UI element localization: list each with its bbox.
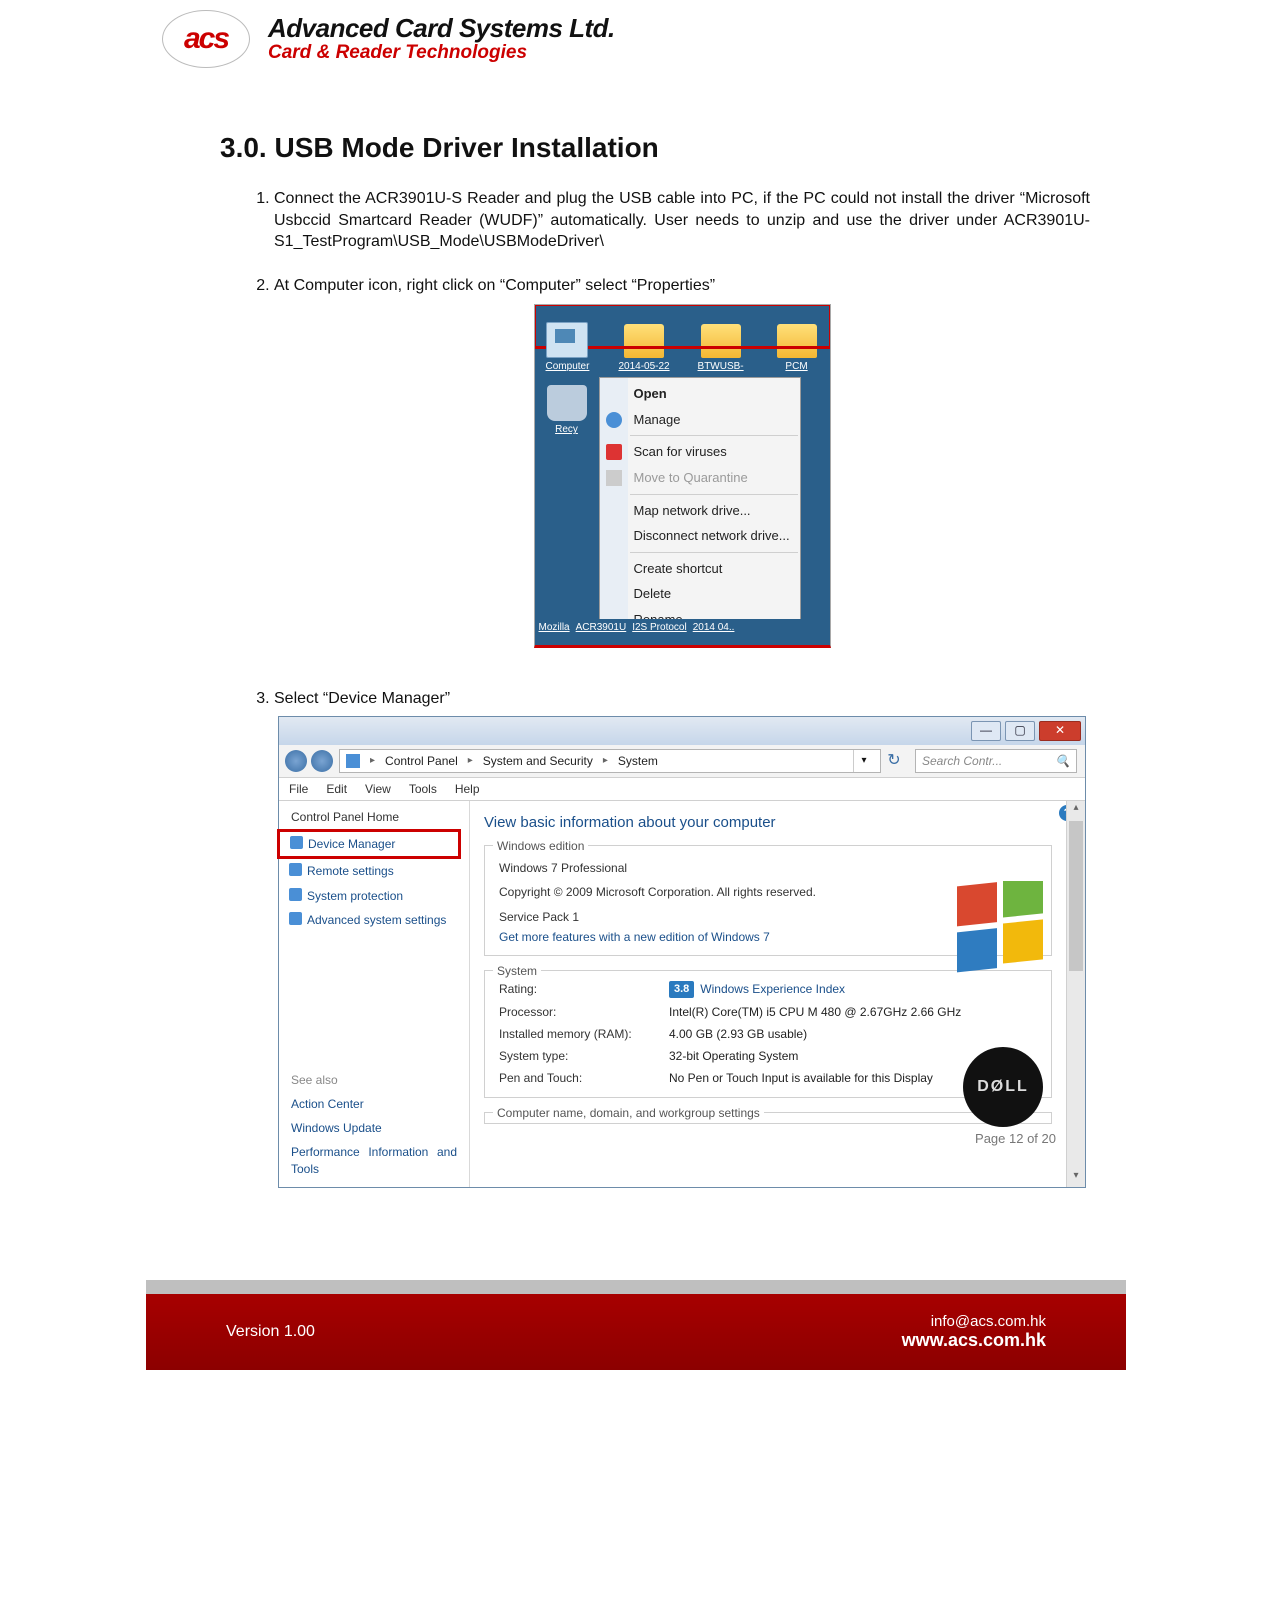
control-panel-home-link[interactable]: Control Panel Home [279,809,469,829]
address-bar[interactable]: ▸Control Panel ▸System and Security ▸Sys… [339,749,881,773]
window-close-button[interactable]: ✕ [1039,721,1081,741]
context-menu: Open Manage Scan for viruses Move to Qua… [599,377,801,648]
shield-icon [289,912,302,925]
remote-settings-link[interactable]: Remote settings [279,859,469,883]
experience-index-link[interactable]: 3.8Windows Experience Index [669,981,1037,998]
computer-small-icon [346,754,360,768]
page-header: acs Advanced Card Systems Ltd. Card & Re… [146,0,1126,68]
step-1: Connect the ACR3901U-S Reader and plug t… [274,188,1090,275]
menu-map-drive[interactable]: Map network drive... [600,498,800,524]
menu-create-shortcut[interactable]: Create shortcut [600,556,800,582]
step-list: Connect the ACR3901U-S Reader and plug t… [146,188,1126,1210]
screenshot-system-window: — ▢ ✕ ▸Control Panel ▸System and Securit… [278,716,1086,1188]
menu-file[interactable]: File [289,781,308,797]
menu-scan-viruses[interactable]: Scan for viruses [600,439,800,465]
shield-icon [606,412,622,428]
shield-icon [289,863,302,876]
scrollbar[interactable]: ▴▾ [1066,801,1085,1187]
footer-website: www.acs.com.hk [902,1330,1046,1351]
acs-logo: acs [162,10,250,68]
device-manager-link[interactable]: Device Manager [280,832,458,856]
menu-open[interactable]: Open [600,381,800,407]
left-pane: Control Panel Home Device Manager Remote… [279,801,470,1187]
brand-subtitle: Card & Reader Technologies [268,43,615,64]
system-protection-link[interactable]: System protection [279,884,469,908]
menu-bar: File Edit View Tools Help [279,778,1085,801]
refresh-button[interactable]: ↻ [881,750,907,772]
advanced-settings-link[interactable]: Advanced system settings [279,908,469,932]
page-number: Page 12 of 20 [975,1131,1056,1146]
dell-logo: DØLL [963,1047,1043,1127]
footer-version: Version 1.00 [226,1323,315,1341]
folder-icon[interactable] [777,324,817,358]
menu-delete[interactable]: Delete [600,581,800,607]
window-maximize-button[interactable]: ▢ [1005,721,1035,741]
antivirus-icon [606,470,622,486]
screenshot-context-menu: Computer 2014-05-22 BTWUSB- PCM Recy Ope… [534,304,831,648]
windows-update-link[interactable]: Windows Update [279,1116,469,1140]
action-center-link[interactable]: Action Center [279,1092,469,1116]
nav-back-button[interactable] [285,750,307,772]
section-title: 3.0. USB Mode Driver Installation [146,68,1126,172]
menu-disconnect-drive[interactable]: Disconnect network drive... [600,523,800,549]
folder-icon[interactable] [624,324,664,358]
recycle-bin-icon[interactable] [547,385,587,421]
menu-move-quarantine: Move to Quarantine [600,465,800,491]
nav-forward-button[interactable] [311,750,333,772]
footer-email: info@acs.com.hk [902,1313,1046,1330]
windows-logo [951,881,1051,981]
search-icon: 🔍 [1055,753,1070,769]
search-input[interactable]: Search Contr...🔍 [915,749,1077,773]
step-3: Select “Device Manager” — ▢ ✕ [274,688,1090,1210]
logo-text: acs [184,22,228,56]
step-2: At Computer icon, right click on “Comput… [274,275,1090,689]
see-also-header: See also [279,1072,469,1092]
shield-icon [290,836,303,849]
folder-icon[interactable] [701,324,741,358]
performance-info-link[interactable]: Performance Information and Tools [279,1140,469,1180]
page-footer: Version 1.00 info@acs.com.hk www.acs.com… [146,1280,1126,1370]
computer-icon[interactable] [546,322,588,358]
menu-help[interactable]: Help [455,781,480,797]
menu-view[interactable]: View [365,781,391,797]
menu-tools[interactable]: Tools [409,781,437,797]
brand-title: Advanced Card Systems Ltd. [268,14,615,43]
window-minimize-button[interactable]: — [971,721,1001,741]
taskbar: Mozilla ACR3901U I2S Protocol 2014 04.. [535,619,830,645]
main-pane: View basic information about your comput… [470,801,1066,1187]
shield-icon [289,888,302,901]
menu-manage[interactable]: Manage [600,407,800,433]
antivirus-icon [606,444,622,460]
menu-edit[interactable]: Edit [326,781,347,797]
chevron-down-icon[interactable]: ▾ [853,750,874,772]
